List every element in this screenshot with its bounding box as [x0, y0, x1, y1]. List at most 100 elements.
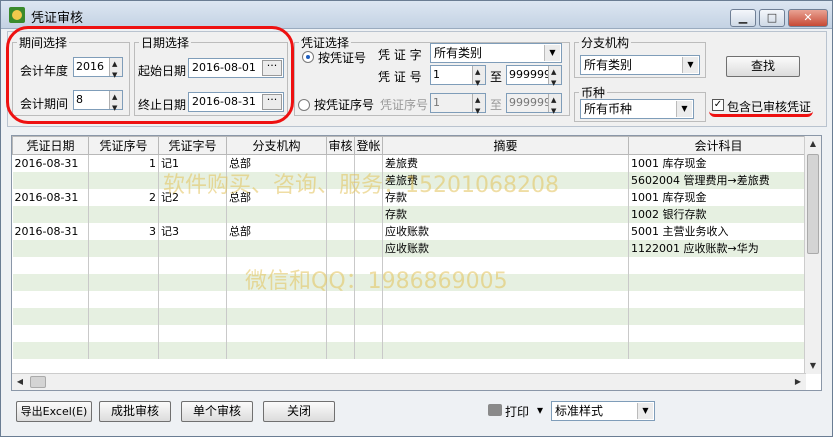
hscroll-thumb[interactable]: [30, 376, 46, 388]
col-account[interactable]: 会计科目: [628, 136, 809, 155]
table-cell: [226, 273, 327, 291]
print-style-select[interactable]: 标准样式 ▼: [551, 401, 655, 421]
table-row[interactable]: [12, 290, 809, 308]
table-cell: 1001 库存现金: [628, 188, 809, 206]
col-voucher-seq[interactable]: 凭证序号: [88, 136, 159, 155]
currency-value: 所有币种: [584, 102, 633, 116]
currency-select[interactable]: 所有币种 ▼: [580, 99, 694, 119]
branch-legend: 分支机构: [581, 36, 630, 50]
chevron-down-icon[interactable]: ▼: [544, 45, 560, 61]
table-cell: [382, 324, 629, 342]
table-cell: 2: [88, 188, 159, 206]
maximize-button[interactable]: □: [759, 9, 785, 27]
print-label[interactable]: 打印: [505, 403, 529, 420]
table-cell: [326, 290, 355, 308]
export-excel-button[interactable]: 导出Excel(E): [16, 401, 92, 422]
col-voucher-word[interactable]: 凭证字号: [158, 136, 227, 155]
seq-from-value: 1: [433, 96, 440, 109]
number-from-spin-arrows[interactable]: [472, 63, 485, 92]
horizontal-scrollbar[interactable]: ◀ ▶: [12, 373, 806, 390]
include-checked-checkbox[interactable]: ✓: [712, 99, 724, 111]
table-row[interactable]: [12, 256, 809, 274]
table-cell: [88, 171, 159, 189]
table-cell: [628, 290, 809, 308]
table-row[interactable]: [12, 307, 809, 325]
close-button[interactable]: 关闭: [263, 401, 335, 422]
table-cell: 2016-08-31: [12, 154, 89, 172]
scroll-right-icon[interactable]: ▶: [790, 374, 806, 390]
vertical-scrollbar[interactable]: ▲ ▼: [804, 136, 821, 374]
table-cell: 存款: [382, 188, 629, 206]
table-cell: [88, 307, 159, 325]
col-posted[interactable]: 登帐: [354, 136, 383, 155]
col-audited[interactable]: 审核: [326, 136, 355, 155]
title-bar: 凭证审核 ▁ □ ✕: [1, 1, 832, 29]
table-cell: [354, 239, 383, 257]
number-to-stepper[interactable]: 999999: [506, 63, 562, 92]
table-cell: 5602004 管理费用→差旅费: [628, 171, 809, 189]
table-cell: [628, 341, 809, 359]
by-number-label[interactable]: 按凭证号: [318, 49, 366, 66]
search-button[interactable]: 查找: [726, 56, 800, 77]
table-row[interactable]: 2016-08-31 3 记3 总部 应收账款 5001 主营业务收入: [12, 222, 809, 240]
print-dropdown-icon[interactable]: ▾: [537, 403, 543, 417]
scroll-up-icon[interactable]: ▲: [805, 136, 821, 152]
table-cell: [628, 307, 809, 325]
branch-select[interactable]: 所有类别 ▼: [580, 55, 700, 75]
by-seq-label[interactable]: 按凭证序号: [314, 96, 374, 113]
table-cell: [354, 307, 383, 325]
table-cell: 5001 主营业务收入: [628, 222, 809, 240]
table-row[interactable]: 2016-08-31 2 记2 总部 存款 1001 库存现金: [12, 188, 809, 206]
voucher-grid: 凭证日期 凭证序号 凭证字号 分支机构 审核 登帐 摘要 会计科目 2016-0…: [12, 136, 809, 359]
chevron-down-icon[interactable]: ▼: [676, 101, 692, 117]
by-seq-radio[interactable]: [298, 99, 310, 111]
close-window-button[interactable]: ✕: [788, 9, 828, 27]
table-cell: 应收账款: [382, 222, 629, 240]
table-row[interactable]: [12, 341, 809, 359]
table-cell: [354, 154, 383, 172]
number-to-spin-arrows[interactable]: [548, 63, 561, 92]
table-row[interactable]: [12, 273, 809, 291]
table-cell: 1002 银行存款: [628, 205, 809, 223]
table-row[interactable]: 应收账款 1122001 应收账款→华为: [12, 239, 809, 257]
col-branch[interactable]: 分支机构: [226, 136, 327, 155]
col-voucher-date[interactable]: 凭证日期: [12, 136, 89, 155]
col-summary[interactable]: 摘要: [382, 136, 629, 155]
table-row[interactable]: 存款 1002 银行存款: [12, 205, 809, 223]
table-cell: [354, 341, 383, 359]
seq-to-spin-arrows[interactable]: [548, 91, 561, 120]
seq-to-stepper[interactable]: 999999: [506, 91, 562, 120]
seq-from-spin-arrows[interactable]: [472, 91, 485, 120]
table-cell: [382, 307, 629, 325]
table-cell: [158, 256, 227, 274]
table-cell: [628, 324, 809, 342]
table-cell: [158, 205, 227, 223]
highlight-include-checked: [709, 111, 813, 117]
chevron-down-icon[interactable]: ▼: [682, 57, 698, 73]
table-cell: [158, 171, 227, 189]
scroll-thumb[interactable]: [807, 154, 819, 254]
scroll-left-icon[interactable]: ◀: [12, 374, 28, 390]
table-row[interactable]: 2016-08-31 1 记1 总部 差旅费 1001 库存现金: [12, 154, 809, 172]
table-row[interactable]: 差旅费 5602004 管理费用→差旅费: [12, 171, 809, 189]
minimize-button[interactable]: ▁: [730, 9, 756, 27]
number-from-stepper[interactable]: 1: [430, 63, 486, 92]
by-number-radio[interactable]: [302, 51, 314, 63]
printer-icon[interactable]: [488, 404, 502, 416]
voucher-number-label: 凭 证 号: [378, 70, 422, 84]
table-row[interactable]: [12, 324, 809, 342]
scroll-down-icon[interactable]: ▼: [805, 358, 821, 374]
batch-audit-button[interactable]: 成批审核: [99, 401, 171, 422]
table-cell: [326, 324, 355, 342]
table-cell: [12, 171, 89, 189]
chevron-down-icon[interactable]: ▼: [637, 403, 653, 419]
seq-from-stepper[interactable]: 1: [430, 91, 486, 120]
voucher-table: 凭证日期 凭证序号 凭证字号 分支机构 审核 登帐 摘要 会计科目 2016-0…: [11, 135, 822, 391]
voucher-word-select[interactable]: 所有类别 ▼: [430, 43, 562, 63]
table-cell: [158, 324, 227, 342]
single-audit-button[interactable]: 单个审核: [181, 401, 253, 422]
app-icon: [9, 7, 25, 23]
table-cell: [354, 324, 383, 342]
table-cell: [12, 256, 89, 274]
table-cell: [226, 205, 327, 223]
